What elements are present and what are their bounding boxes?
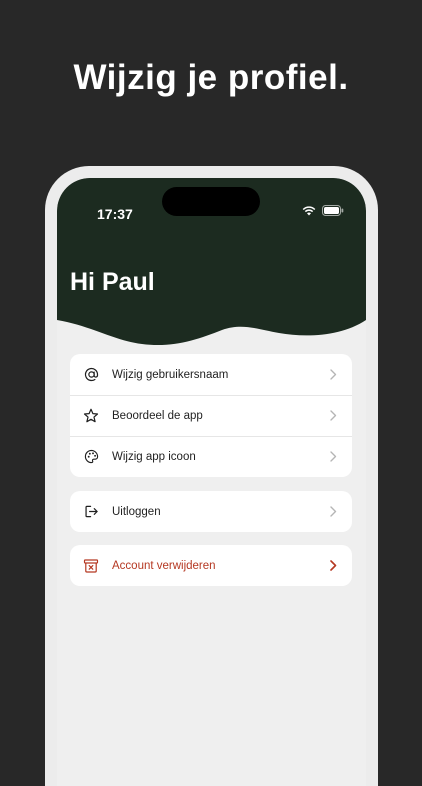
chevron-right-icon [330,506,340,517]
wifi-icon [302,205,316,215]
rate-app-label: Beoordeel de app [112,409,203,422]
change-app-icon-row[interactable]: Wijzig app icoon [70,436,352,477]
chevron-right-icon [330,369,340,380]
status-icons [302,205,344,216]
logout-row[interactable]: Uitloggen [70,491,352,532]
logout-icon [82,503,100,521]
settings-card-profile: Wijzig gebruikersnaam Beoordeel de app W… [70,354,352,477]
battery-icon [322,205,344,216]
logout-label: Uitloggen [112,505,161,518]
change-username-label: Wijzig gebruikersnaam [112,368,229,381]
dynamic-island [162,187,260,216]
delete-account-label: Account verwijderen [112,559,216,572]
settings-card-logout: Uitloggen [70,491,352,532]
at-icon [82,366,100,384]
delete-account-row[interactable]: Account verwijderen [70,545,352,586]
change-username-row[interactable]: Wijzig gebruikersnaam [70,354,352,395]
delete-box-icon [82,557,100,575]
greeting-title: Hi Paul [70,268,155,296]
rate-app-row[interactable]: Beoordeel de app [70,395,352,436]
settings-card-delete: Account verwijderen [70,545,352,586]
chevron-right-icon [330,560,340,571]
headline: Wijzig je profiel. [73,58,349,97]
palette-icon [82,448,100,466]
phone-screen: 17:37 Hi Paul Wijzig gebruikersnaam Beoo… [57,178,366,786]
status-time: 17:37 [97,206,133,222]
phone-frame: 17:37 Hi Paul Wijzig gebruikersnaam Beoo… [45,166,378,786]
chevron-right-icon [330,410,340,421]
star-icon [82,407,100,425]
change-app-icon-label: Wijzig app icoon [112,450,196,463]
chevron-right-icon [330,451,340,462]
